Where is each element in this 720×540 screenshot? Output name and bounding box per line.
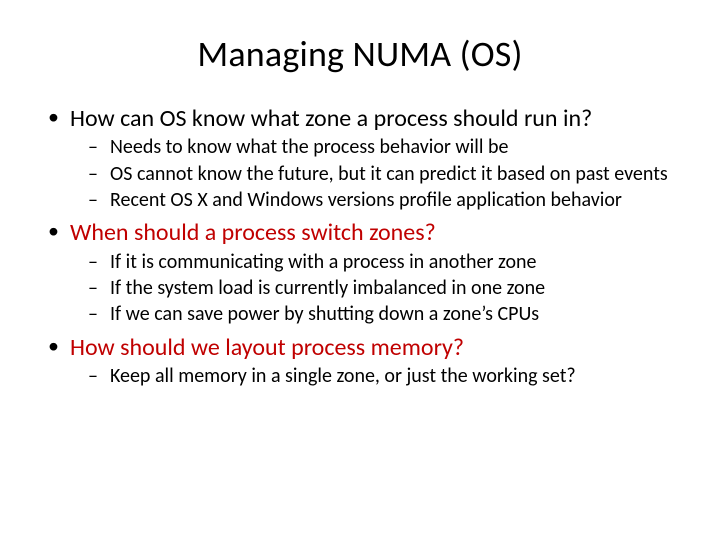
sub-item-text: If the system load is currently imbalanc… bbox=[110, 276, 545, 300]
sub-item-text: If we can save power by shutting down a … bbox=[110, 302, 539, 326]
sub-item: Recent OS X and Windows versions profile… bbox=[70, 188, 680, 212]
sub-item: OS cannot know the future, but it can pr… bbox=[70, 162, 680, 186]
sub-item-text: Keep all memory in a single zone, or jus… bbox=[110, 364, 576, 388]
bullet-item: How should we layout process memory? Kee… bbox=[40, 333, 680, 389]
sub-list: Needs to know what the process behavior … bbox=[70, 135, 680, 212]
bullet-item: How can OS know what zone a process shou… bbox=[40, 104, 680, 212]
content-list: How can OS know what zone a process shou… bbox=[40, 104, 680, 389]
bullet-question: How should we layout process memory? bbox=[70, 333, 464, 362]
sub-item: If the system load is currently imbalanc… bbox=[70, 276, 680, 300]
sub-item-text: Recent OS X and Windows versions profile… bbox=[110, 188, 622, 212]
sub-item: If we can save power by shutting down a … bbox=[70, 302, 680, 326]
sub-item: If it is communicating with a process in… bbox=[70, 250, 680, 274]
sub-item-text: If it is communicating with a process in… bbox=[110, 250, 536, 274]
bullet-question: How can OS know what zone a process shou… bbox=[70, 104, 592, 133]
sub-list: Keep all memory in a single zone, or jus… bbox=[70, 364, 680, 388]
slide: Managing NUMA (OS) How can OS know what … bbox=[0, 0, 720, 540]
slide-title: Managing NUMA (OS) bbox=[40, 32, 680, 76]
sub-item: Needs to know what the process behavior … bbox=[70, 135, 680, 159]
bullet-item: When should a process switch zones? If i… bbox=[40, 218, 680, 326]
sub-item-text: OS cannot know the future, but it can pr… bbox=[110, 162, 668, 186]
sub-list: If it is communicating with a process in… bbox=[70, 250, 680, 327]
sub-item-text: Needs to know what the process behavior … bbox=[110, 135, 508, 159]
bullet-question: When should a process switch zones? bbox=[70, 218, 436, 247]
sub-item: Keep all memory in a single zone, or jus… bbox=[70, 364, 680, 388]
